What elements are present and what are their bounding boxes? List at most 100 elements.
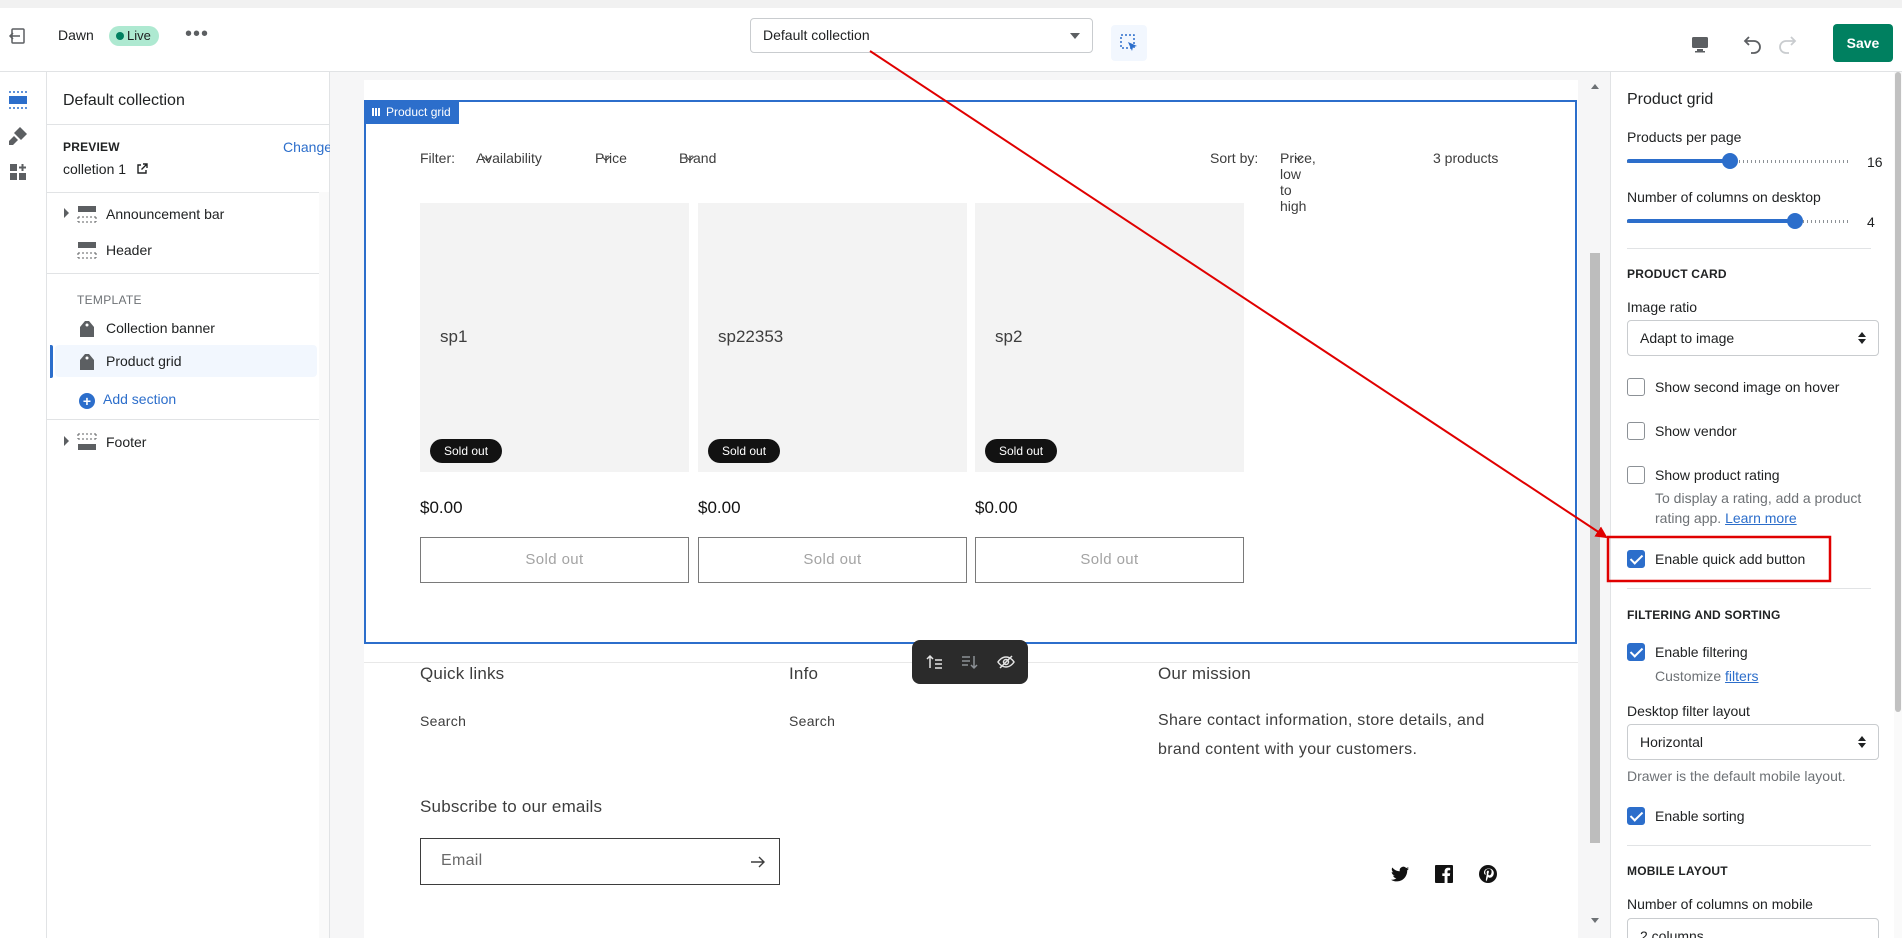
product-card[interactable]: sp2 Sold out $0.00 Sold out [975, 203, 1244, 583]
learn-more-link[interactable]: Learn more [1725, 510, 1797, 526]
filter-availability[interactable]: Availability [476, 150, 542, 166]
template-select[interactable]: Default collection [750, 18, 1093, 53]
product-card[interactable]: sp1 Sold out $0.00 Sold out [420, 203, 689, 583]
product-name[interactable]: sp22353 [718, 327, 783, 347]
inspector-icon[interactable] [1111, 25, 1147, 61]
template-select-value: Default collection [763, 27, 870, 43]
checkbox-checked[interactable] [1627, 807, 1645, 825]
columns-desktop-value: 4 [1867, 214, 1875, 230]
arrow-right-icon[interactable] [749, 853, 767, 871]
show-second-image-checkbox[interactable]: Show second image on hover [1627, 378, 1887, 398]
desktop-preview-icon[interactable] [1688, 32, 1712, 56]
slider-handle[interactable] [1787, 213, 1803, 229]
sidebar-item-footer[interactable]: Footer [55, 426, 317, 458]
image-ratio-select[interactable]: Adapt to image [1627, 320, 1879, 356]
show-vendor-checkbox[interactable]: Show vendor [1627, 422, 1887, 442]
app-embeds-icon[interactable] [6, 160, 30, 184]
mobile-layout-heading: MOBILE LAYOUT [1627, 864, 1728, 878]
enable-filtering-checkbox[interactable]: Enable filtering [1627, 643, 1887, 663]
show-rating-checkbox[interactable]: Show product rating [1627, 466, 1887, 486]
rating-help-text: To display a rating, add a product ratin… [1655, 488, 1875, 528]
sold-out-button[interactable]: Sold out [698, 537, 967, 583]
scroll-thumb[interactable] [1895, 72, 1901, 712]
move-down-icon[interactable] [960, 652, 980, 672]
redo-icon[interactable] [1775, 31, 1799, 55]
move-up-icon[interactable] [924, 652, 944, 672]
sidebar-item-label: Product grid [106, 353, 182, 369]
scroll-up-icon[interactable] [1591, 84, 1599, 89]
checkbox-label: Enable sorting [1655, 808, 1745, 824]
image-ratio-value: Adapt to image [1640, 330, 1735, 346]
footer-link-search[interactable]: Search [420, 713, 466, 729]
settings-scrollbar[interactable] [1894, 72, 1902, 938]
checkbox-label: Show product rating [1655, 467, 1780, 483]
product-image-placeholder[interactable]: sp22353 Sold out [698, 203, 967, 472]
settings-panel: Product grid Products per page 16 Number… [1610, 72, 1902, 938]
sidebar-item-collection-banner[interactable]: Collection banner [55, 312, 317, 344]
live-badge: Live [109, 26, 159, 46]
quick-add-checkbox[interactable]: Enable quick add button [1627, 550, 1887, 570]
sidebar-item-header[interactable]: Header [55, 234, 317, 266]
checkbox-checked[interactable] [1627, 550, 1645, 568]
product-image-placeholder[interactable]: sp1 Sold out [420, 203, 689, 472]
chevron-right-icon[interactable] [64, 436, 69, 446]
undo-icon[interactable] [1741, 31, 1765, 55]
sort-select[interactable]: Price, low to high [1280, 150, 1316, 214]
chevron-right-icon[interactable] [64, 208, 69, 218]
sidebar-item-product-grid[interactable]: Product grid [55, 345, 317, 377]
change-link[interactable]: Change [283, 139, 332, 155]
product-card[interactable]: sp22353 Sold out $0.00 Sold out [698, 203, 967, 583]
product-name[interactable]: sp1 [440, 327, 467, 347]
product-card-heading: PRODUCT CARD [1627, 267, 1727, 281]
image-ratio-label: Image ratio [1627, 299, 1698, 315]
checkbox-label: Enable filtering [1655, 644, 1748, 660]
product-name[interactable]: sp2 [995, 327, 1022, 347]
columns-mobile-select[interactable]: 2 columns [1627, 918, 1879, 938]
slider-handle[interactable] [1722, 153, 1738, 169]
eye-hidden-icon[interactable] [996, 652, 1016, 672]
desktop-filter-layout-select[interactable]: Horizontal [1627, 724, 1879, 760]
checkbox[interactable] [1627, 422, 1645, 440]
storefront-page: Product grid Filter: Availability Price … [364, 80, 1578, 938]
checkbox-checked[interactable] [1627, 643, 1645, 661]
pinterest-icon[interactable] [1478, 864, 1498, 884]
more-actions-icon[interactable]: ••• [185, 24, 209, 48]
add-section-button[interactable]: + Add section [79, 391, 176, 409]
preview-value[interactable]: colletion 1 [63, 161, 148, 177]
filter-price[interactable]: Price [595, 150, 627, 166]
columns-desktop-slider[interactable] [1627, 213, 1851, 229]
canvas-scrollbar[interactable] [1578, 72, 1610, 938]
sidebar-scrollbar[interactable] [319, 192, 329, 938]
scroll-down-icon[interactable] [1591, 918, 1599, 923]
sidebar-item-announcement-bar[interactable]: Announcement bar [55, 198, 317, 230]
products-per-page-slider[interactable] [1627, 153, 1851, 169]
filter-price-label: Price [595, 150, 627, 166]
sold-out-button[interactable]: Sold out [420, 537, 689, 583]
filter-brand[interactable]: Brand [679, 150, 716, 166]
exit-icon[interactable] [6, 24, 30, 48]
sold-out-button[interactable]: Sold out [975, 537, 1244, 583]
theme-settings-icon[interactable] [6, 124, 30, 148]
divider [47, 124, 330, 125]
checkbox[interactable] [1627, 466, 1645, 484]
email-input[interactable]: Email [420, 838, 780, 885]
checkbox[interactable] [1627, 378, 1645, 396]
facebook-icon[interactable] [1434, 864, 1454, 884]
twitter-icon[interactable] [1390, 864, 1410, 884]
left-icon-rail [0, 72, 47, 938]
filtering-heading: FILTERING AND SORTING [1627, 608, 1781, 622]
section-tag[interactable]: Product grid [364, 100, 459, 124]
tag-icon [77, 319, 97, 337]
caret-down-icon [1070, 33, 1080, 39]
divider [1627, 588, 1871, 589]
product-image-placeholder[interactable]: sp2 Sold out [975, 203, 1244, 472]
save-button[interactable]: Save [1833, 24, 1893, 62]
email-placeholder: Email [441, 852, 483, 869]
customize-prefix: Customize [1655, 668, 1722, 684]
sections-icon[interactable] [6, 88, 30, 112]
footer-link-search[interactable]: Search [789, 713, 835, 729]
filters-link[interactable]: filters [1725, 668, 1758, 684]
scroll-thumb[interactable] [1590, 253, 1600, 843]
enable-sorting-checkbox[interactable]: Enable sorting [1627, 807, 1887, 827]
columns-mobile-label: Number of columns on mobile [1627, 896, 1813, 912]
